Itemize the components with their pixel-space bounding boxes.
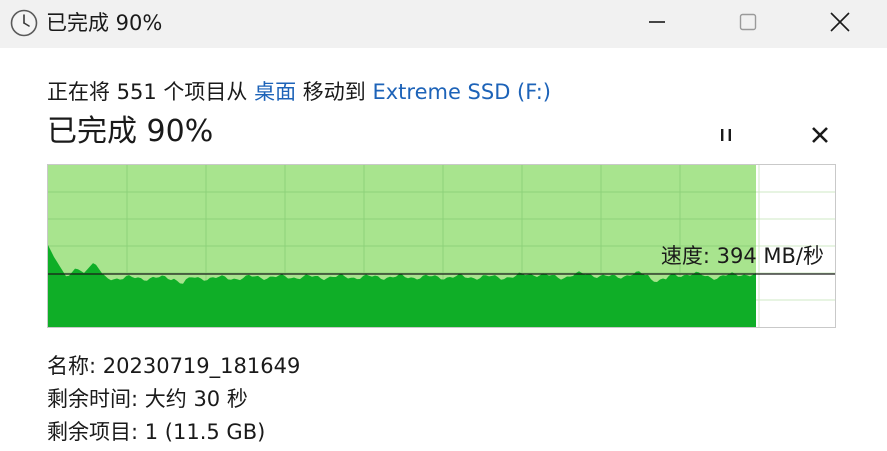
minimize-button[interactable] [627, 0, 687, 44]
maximize-icon [739, 13, 757, 31]
items-remaining-value: 1 (11.5 GB) [144, 420, 266, 444]
maximize-button[interactable] [718, 0, 778, 44]
close-window-button[interactable] [810, 0, 870, 44]
pause-icon [721, 129, 731, 141]
minimize-icon [649, 21, 665, 23]
time-remaining-label: 剩余时间: [47, 387, 145, 411]
speed-graph: 速度: 394 MB/秒 [47, 164, 836, 328]
items-remaining-row: 剩余项目: 1 (11.5 GB) [47, 416, 300, 449]
transfer-description: 正在将 551 个项目从 桌面 移动到 Extreme SSD (F:) [47, 77, 551, 107]
transfer-middle: 移动到 [296, 80, 373, 104]
time-remaining-value: 大约 30 秒 [144, 387, 248, 411]
transfer-prefix: 正在将 551 个项目从 [47, 80, 255, 104]
name-value: 20230719_181649 [102, 354, 301, 378]
close-icon [830, 12, 850, 32]
name-row: 名称: 20230719_181649 [47, 350, 300, 383]
destination-link[interactable]: Extreme SSD (F:) [372, 80, 551, 104]
window-title: 已完成 90% [46, 11, 163, 35]
transfer-details: 名称: 20230719_181649 剩余时间: 大约 30 秒 剩余项目: … [47, 350, 300, 449]
speed-label: 速度: 394 MB/秒 [660, 244, 824, 268]
title-bar: 已完成 90% [0, 0, 887, 48]
name-label: 名称: [47, 354, 103, 378]
close-icon [812, 127, 828, 143]
items-remaining-label: 剩余项目: [47, 420, 145, 444]
pause-button[interactable] [708, 119, 744, 151]
cancel-transfer-button[interactable] [802, 119, 838, 151]
clock-icon [10, 9, 38, 37]
source-link[interactable]: 桌面 [254, 80, 296, 104]
time-remaining-row: 剩余时间: 大约 30 秒 [47, 383, 300, 416]
progress-status: 已完成 90% [47, 114, 214, 149]
